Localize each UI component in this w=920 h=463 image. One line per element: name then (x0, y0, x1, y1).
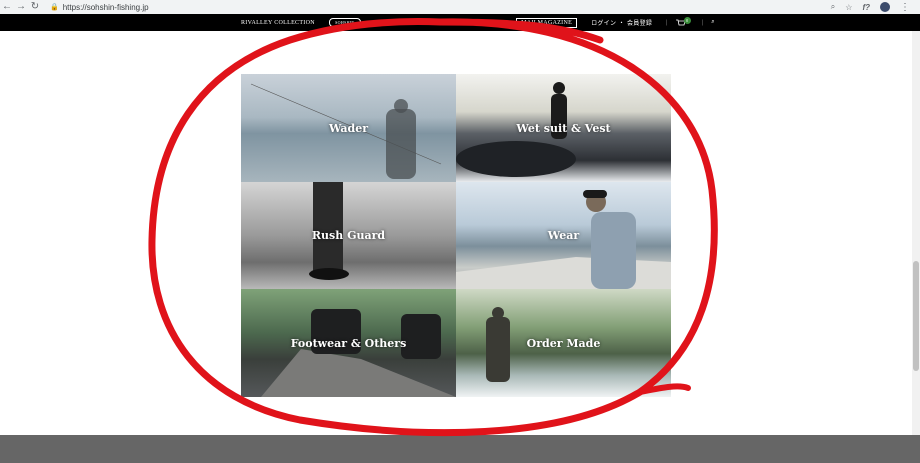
lock-icon: 🔒 (50, 4, 59, 11)
login-register-link[interactable]: ログイン ・ 会員登録 (591, 18, 652, 27)
nav-rivalley[interactable]: RIVALLEY (375, 20, 407, 26)
category-label: Order Made (526, 336, 601, 350)
category-label: Rush Guard (311, 229, 386, 242)
star-icon[interactable]: ☆ (845, 3, 852, 12)
avatar[interactable] (880, 2, 890, 12)
cart-count-badge: 0 (683, 16, 691, 24)
search-icon[interactable]: ⌕ (831, 2, 835, 12)
header-divider: | (666, 19, 668, 26)
search-icon[interactable]: ⌕ (711, 19, 715, 26)
back-arrow-icon[interactable]: ← (0, 0, 14, 14)
category-grid: Wader Wet suit & Vest Rush Guard Wear Fo… (241, 74, 671, 397)
reload-icon[interactable]: ↻ (28, 0, 42, 14)
header-divider: | (701, 19, 704, 26)
nav-order-made[interactable]: ORDER MADE (420, 20, 463, 26)
nav-outlet[interactable]: OUTLET (477, 20, 502, 26)
site-header: RIVALLEY COLLECTION SOHSHIN RIVALLEY ORD… (0, 14, 920, 31)
browser-toolbar: ← → ↻ 🔒 https://sohshin-fishing.jp ⌕ ☆ f… (0, 0, 920, 14)
forward-arrow-icon[interactable]: → (14, 0, 28, 14)
extension-icon[interactable]: f? (862, 3, 870, 12)
page-footer (0, 435, 920, 463)
sohshin-logo[interactable]: SOHSHIN (328, 18, 361, 27)
page-scrollbar[interactable] (912, 31, 920, 435)
cart-icon[interactable]: 0 (675, 16, 691, 27)
category-tile-order-made[interactable]: Order Made (456, 289, 671, 397)
scrollbar-thumb[interactable] (913, 261, 919, 371)
kebab-menu-icon[interactable]: ⋮ (900, 2, 910, 13)
category-label: Wear (547, 229, 580, 242)
category-label: Footwear & Others (290, 336, 407, 350)
category-label: Wet suit & Vest (516, 121, 611, 135)
category-tile-wear[interactable]: Wear (456, 182, 671, 289)
category-label: Wader (328, 121, 368, 135)
category-tile-wader[interactable]: Wader (241, 74, 456, 182)
nav-rivalley-collection[interactable]: RIVALLEY COLLECTION (241, 20, 315, 26)
category-tile-rush-guard[interactable]: Rush Guard (241, 182, 456, 289)
nav-mailmagazine[interactable]: MAILMAGAZINE (516, 17, 578, 28)
category-tile-footwear-others[interactable]: Footwear & Others (241, 289, 456, 397)
address-bar[interactable]: https://sohshin-fishing.jp (63, 3, 149, 12)
category-tile-wet-suit-vest[interactable]: Wet suit & Vest (456, 74, 671, 182)
